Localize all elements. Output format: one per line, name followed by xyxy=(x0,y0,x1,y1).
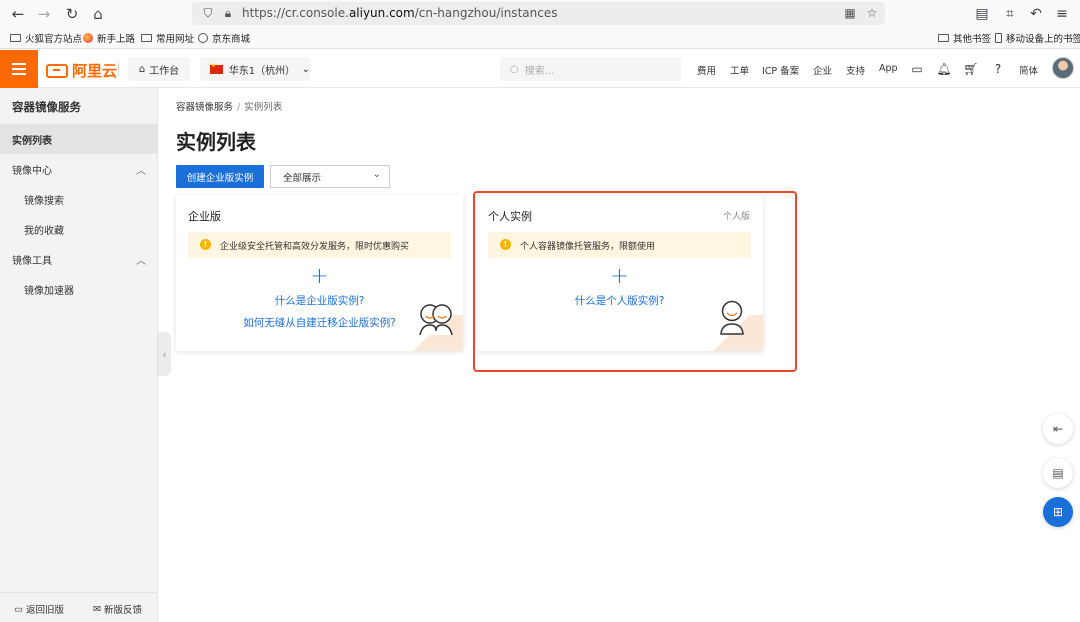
chevron-up-icon: ︿ xyxy=(136,255,146,267)
home-icon: ⌂ xyxy=(138,63,146,75)
enterprise-card: 企业版 ! 企业级安全托管和高效分发服务，限时优惠购买 + 什么是企业版实例? 如… xyxy=(176,195,463,351)
bookmark-star-icon[interactable]: ☆ xyxy=(864,5,880,21)
folder-icon xyxy=(10,34,21,42)
sidebar: 容器镜像服务 实例列表 镜像中心 ︿ 镜像搜索 我的收藏 镜像工具 ︿ 镜像加速器 … xyxy=(0,88,158,622)
console-topbar: 阿里云 ⌂工作台 华东1（杭州）⌄ ○搜索... 费用 工单 ICP 备案 企业… xyxy=(0,50,1080,88)
page-title: 实例列表 xyxy=(176,130,256,154)
crop-icon[interactable]: ⌗ xyxy=(1000,4,1020,24)
chevron-up-icon: ︿ xyxy=(136,165,146,177)
bookmark-item[interactable]: 移动设备上的书签 xyxy=(995,31,1080,45)
search-icon: ○ xyxy=(510,63,519,75)
bell-icon[interactable]: 🔔︎ xyxy=(936,61,952,77)
folder-icon xyxy=(141,34,152,42)
highlight-frame xyxy=(473,191,797,372)
breadcrumb: 容器镜像服务 / 实例列表 xyxy=(176,99,282,113)
chevron-down-icon: ⌄ xyxy=(301,63,310,75)
mobile-icon xyxy=(995,33,1002,43)
divider xyxy=(118,62,119,76)
add-enterprise-instance-icon[interactable]: + xyxy=(176,266,463,288)
language-switch[interactable]: 简体 xyxy=(1019,63,1038,77)
chevron-down-icon: ⌄ xyxy=(372,169,381,180)
bookmark-item[interactable]: 新手上路 xyxy=(83,31,135,45)
undo-icon[interactable]: ↶ xyxy=(1026,4,1046,24)
nav-app[interactable]: App xyxy=(879,63,898,74)
china-flag-icon xyxy=(210,62,223,74)
console-search-input[interactable]: ○ 搜索... xyxy=(500,57,681,81)
chevron-left-icon: ‹ xyxy=(162,347,167,361)
browser-toolbar: ← → ↻ ⌂ ⛉ 🔒︎ https://cr.console.aliyun.c… xyxy=(0,0,1080,28)
app-menu-icon[interactable]: ≡ xyxy=(1052,4,1072,24)
sidebar-group-image-center[interactable]: 镜像中心 ︿ xyxy=(0,154,158,184)
terminal-icon[interactable]: ▭ xyxy=(909,61,925,77)
feedback-button[interactable]: ✉ 新版反馈 xyxy=(93,602,142,617)
cart-icon[interactable]: 🛒︎ xyxy=(963,61,979,77)
card-title: 企业版 xyxy=(188,210,221,223)
sidebar-item-image-search[interactable]: 镜像搜索 xyxy=(0,184,158,214)
mail-icon: ✉ xyxy=(93,603,101,615)
region-selector[interactable]: 华东1（杭州）⌄ xyxy=(200,57,310,81)
sidebar-group-image-tools[interactable]: 镜像工具 ︿ xyxy=(0,244,158,274)
shield-icon[interactable]: ⛉ xyxy=(200,5,216,21)
chat-icon[interactable]: ▤ xyxy=(1043,458,1073,488)
breadcrumb-current: 实例列表 xyxy=(244,102,283,113)
workbench-button[interactable]: ⌂ 工作台 xyxy=(128,57,190,81)
breadcrumb-link[interactable]: 容器镜像服务 xyxy=(176,102,233,113)
two-people-icon xyxy=(419,304,453,336)
sidebar-item-favorites[interactable]: 我的收藏 xyxy=(0,214,158,244)
qr-code-icon[interactable]: ▦ xyxy=(842,5,858,21)
avatar[interactable] xyxy=(1052,57,1074,79)
help-icon[interactable]: ? xyxy=(990,61,1006,77)
bookmark-item[interactable]: 火狐官方站点 xyxy=(10,31,82,45)
bookmark-item[interactable]: 其他书签 xyxy=(938,31,991,45)
sidebar-title: 容器镜像服务 xyxy=(12,100,81,114)
bookmark-item[interactable]: 常用网址 xyxy=(141,31,194,45)
nav-ticket[interactable]: 工单 xyxy=(730,63,749,77)
lock-icon[interactable]: 🔒︎ xyxy=(220,5,236,21)
globe-icon xyxy=(198,33,208,43)
address-bar[interactable]: ⛉ 🔒︎ https://cr.console.aliyun.com/cn-ha… xyxy=(192,2,885,25)
firefox-icon xyxy=(83,33,93,43)
back-icon[interactable]: ← xyxy=(8,4,28,24)
nav-icp[interactable]: ICP 备案 xyxy=(762,63,799,77)
reload-icon[interactable]: ↻ xyxy=(62,4,82,24)
bookmarks-bar: 火狐官方站点 新手上路 常用网址 京东商城 其他书签 移动设备上的书签 xyxy=(0,28,1080,49)
sidebar-footer: ▭ 返回旧版 ✉ 新版反馈 xyxy=(0,592,158,622)
monitor-icon: ▭ xyxy=(14,603,23,615)
instance-filter-select[interactable]: 全部展示 ⌄ xyxy=(270,165,390,188)
home-icon[interactable]: ⌂ xyxy=(88,4,108,24)
url-text[interactable]: https://cr.console.aliyun.com/cn-hangzho… xyxy=(242,6,557,20)
breadcrumb-separator: / xyxy=(237,102,241,113)
bookmark-item[interactable]: 京东商城 xyxy=(198,31,250,45)
forward-icon[interactable]: → xyxy=(34,4,54,24)
hamburger-menu-icon[interactable] xyxy=(0,50,38,88)
nav-fees[interactable]: 费用 xyxy=(697,63,716,77)
create-enterprise-instance-button[interactable]: 创建企业版实例 xyxy=(176,165,264,188)
float-entry-icon[interactable]: ⇤ xyxy=(1043,414,1073,444)
aliyun-logo-icon xyxy=(46,63,68,78)
sidebar-collapse-handle[interactable]: ‹ xyxy=(158,332,171,376)
back-to-old-button[interactable]: ▭ 返回旧版 xyxy=(14,602,64,617)
sidebar-item-accelerator[interactable]: 镜像加速器 xyxy=(0,274,158,304)
nav-support[interactable]: 支持 xyxy=(846,63,865,77)
nav-enterprise[interactable]: 企业 xyxy=(813,63,832,77)
aliyun-logo[interactable]: 阿里云 xyxy=(46,60,117,81)
warning-icon: ! xyxy=(200,239,211,250)
sidebar-item-instances[interactable]: 实例列表 xyxy=(0,124,158,154)
card-notice: ! 企业级安全托管和高效分发服务，限时优惠购买 xyxy=(188,232,451,258)
folder-icon xyxy=(938,34,949,42)
sidebar-icon[interactable]: ▤ xyxy=(972,4,992,24)
apps-grid-icon[interactable]: ⊞ xyxy=(1043,497,1073,527)
